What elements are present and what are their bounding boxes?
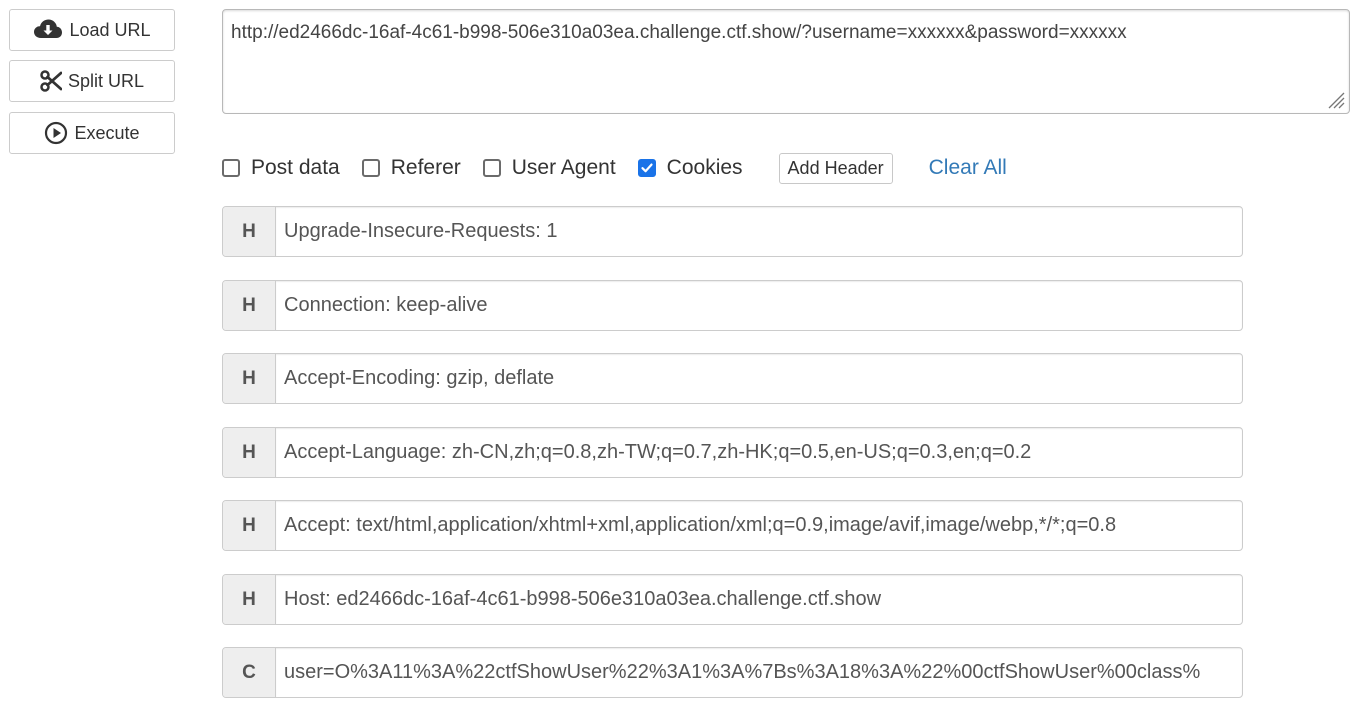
load-url-button[interactable]: Load URL	[9, 9, 175, 51]
split-url-label: Split URL	[67, 70, 145, 91]
header-row: H Connection: keep-alive	[222, 280, 1243, 331]
execute-button[interactable]: Execute	[9, 112, 175, 154]
checkmark-icon	[641, 163, 653, 173]
post-data-checkbox[interactable]	[222, 159, 240, 177]
option-referer[interactable]: Referer	[361, 156, 461, 180]
resize-grip-icon[interactable]	[1325, 89, 1345, 109]
header-row: H Upgrade-Insecure-Requests: 1	[222, 206, 1243, 257]
cookie-type-tag: C	[223, 648, 276, 697]
play-circle-icon	[44, 121, 68, 145]
header-type-tag: H	[223, 575, 276, 624]
add-header-button[interactable]: Add Header	[778, 152, 893, 184]
header-type-tag: H	[223, 281, 276, 330]
user-agent-label: User Agent	[511, 156, 616, 179]
hackbar-panel: Load URL Split URL Execute http://ed2466…	[0, 0, 1372, 709]
header-row: H Accept-Language: zh-CN,zh;q=0.8,zh-TW;…	[222, 427, 1243, 478]
cookie-row: C user=O%3A11%3A%22ctfShowUser%22%3A1%3A…	[222, 647, 1243, 698]
option-post-data[interactable]: Post data	[222, 156, 340, 180]
url-text: http://ed2466dc-16af-4c61-b998-506e310a0…	[231, 22, 1127, 43]
option-user-agent[interactable]: User Agent	[482, 156, 616, 180]
header-value-input[interactable]: Accept-Language: zh-CN,zh;q=0.8,zh-TW;q=…	[276, 428, 1242, 477]
execute-label: Execute	[74, 122, 140, 143]
header-value-input[interactable]: Connection: keep-alive	[276, 281, 1242, 330]
header-type-tag: H	[223, 428, 276, 477]
header-type-tag: H	[223, 501, 276, 550]
url-textarea[interactable]: http://ed2466dc-16af-4c61-b998-506e310a0…	[222, 9, 1350, 114]
load-url-label: Load URL	[69, 19, 151, 40]
options-row: Post data Referer User Agent Cookies Add…	[222, 152, 1007, 184]
user-agent-checkbox[interactable]	[482, 159, 501, 177]
header-row: H Accept-Encoding: gzip, deflate	[222, 353, 1243, 404]
header-type-tag: H	[223, 207, 276, 256]
header-value-input[interactable]: Host: ed2466dc-16af-4c61-b998-506e310a03…	[276, 575, 1242, 624]
cloud-download-icon	[33, 18, 63, 42]
header-type-tag: H	[223, 354, 276, 403]
scissors-icon	[40, 70, 62, 92]
cookies-checkbox[interactable]	[637, 159, 656, 177]
cookies-label: Cookies	[666, 156, 743, 179]
option-cookies[interactable]: Cookies	[637, 156, 743, 180]
header-value-input[interactable]: Upgrade-Insecure-Requests: 1	[276, 207, 1242, 256]
referer-label: Referer	[390, 156, 461, 179]
split-url-button[interactable]: Split URL	[9, 60, 175, 102]
cookie-value-input[interactable]: user=O%3A11%3A%22ctfShowUser%22%3A1%3A%7…	[276, 648, 1242, 697]
header-row: H Host: ed2466dc-16af-4c61-b998-506e310a…	[222, 574, 1243, 625]
header-row: H Accept: text/html,application/xhtml+xm…	[222, 500, 1243, 551]
header-value-input[interactable]: Accept: text/html,application/xhtml+xml,…	[276, 501, 1242, 550]
post-data-label: Post data	[251, 156, 340, 179]
header-value-input[interactable]: Accept-Encoding: gzip, deflate	[276, 354, 1242, 403]
referer-checkbox[interactable]	[361, 159, 380, 177]
clear-all-link[interactable]: Clear All	[929, 156, 1007, 180]
